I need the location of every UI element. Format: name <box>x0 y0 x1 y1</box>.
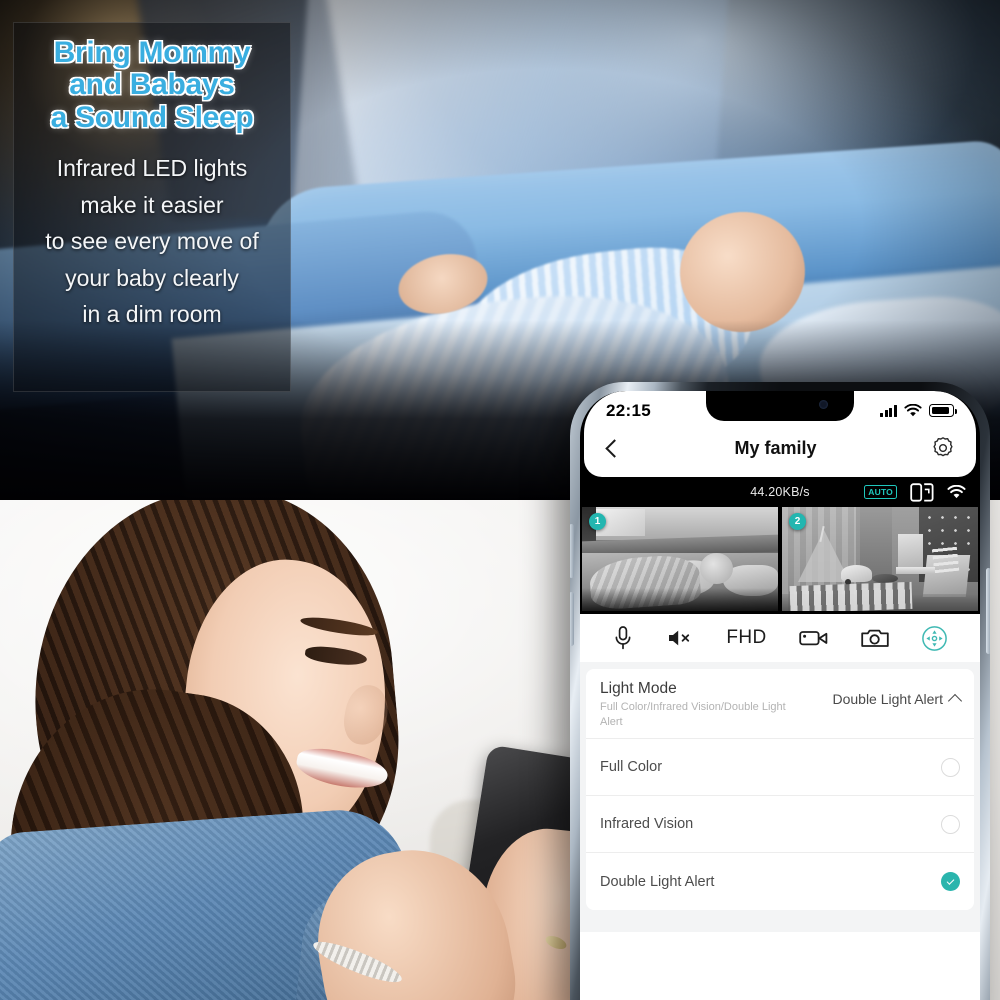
phone-mockup: 22:15 My family 44.20KB/s AUTO 1 2 FHD L… <box>570 382 990 1000</box>
wifi-icon <box>947 485 966 499</box>
status-icons <box>880 404 957 417</box>
hero-subtitle-line-1: Infrared LED lights <box>56 155 248 182</box>
camera-grid: 1 2 <box>580 507 980 614</box>
light-mode-title: Light Mode <box>600 680 677 697</box>
stream-controls: AUTO <box>864 482 966 503</box>
split-view-icon[interactable] <box>910 482 934 503</box>
hero-subtitle: Infrared LED lights make it easier to se… <box>22 150 282 333</box>
app-content: FHD Light Mode Full Color/Infrared Visio… <box>580 614 980 1000</box>
light-mode-header[interactable]: Light Mode Full Color/Infrared Vision/Do… <box>586 669 974 740</box>
camera-tile-1[interactable]: 1 <box>582 507 778 611</box>
microphone-icon[interactable] <box>612 625 634 651</box>
light-mode-option-double-light-alert[interactable]: Double Light Alert <box>586 853 974 910</box>
light-mode-value-wrap[interactable]: Double Light Alert <box>832 679 963 709</box>
page-title: My family <box>734 437 817 458</box>
signal-bars-icon <box>880 404 897 417</box>
camera-badge: 1 <box>589 513 606 530</box>
hero-copy-card: Bring Mommy and Babays a Sound Sleep Inf… <box>13 22 291 392</box>
hero-subtitle-line-4: your baby clearly <box>65 264 239 291</box>
chevron-left-icon <box>605 438 624 458</box>
camera-snapshot-icon[interactable] <box>861 627 889 650</box>
light-mode-option-full-color[interactable]: Full Color <box>586 739 974 797</box>
light-mode-subtitle: Full Color/Infrared Vision/Double Light … <box>600 701 786 728</box>
light-mode-value: Double Light Alert <box>832 691 943 707</box>
option-label: Infrared Vision <box>600 816 694 833</box>
app-header-sheet: 22:15 My family <box>584 391 976 477</box>
app-navigation-bar: My family <box>584 425 976 471</box>
bitrate-label: 44.20KB/s <box>750 485 810 499</box>
radio-unselected-icon[interactable] <box>941 757 960 777</box>
radio-unselected-icon[interactable] <box>941 814 960 834</box>
camera-badge: 2 <box>789 513 806 530</box>
back-button[interactable] <box>604 438 624 458</box>
option-label: Double Light Alert <box>600 873 715 890</box>
light-mode-card: Light Mode Full Color/Infrared Vision/Do… <box>586 669 974 911</box>
option-label: Full Color <box>600 759 663 776</box>
camera-tile-2[interactable]: 2 <box>782 507 978 611</box>
hero-headline-line-3: a Sound Sleep <box>50 100 254 134</box>
status-time: 22:15 <box>606 400 651 420</box>
ptz-control-icon[interactable] <box>921 625 948 652</box>
chevron-up-icon <box>947 693 963 709</box>
volume-down-button[interactable] <box>570 592 574 646</box>
hero-subtitle-line-5: in a dim room <box>82 301 222 328</box>
content-spacer <box>580 910 980 933</box>
speaker-mute-icon[interactable] <box>666 626 694 650</box>
hero-headline: Bring Mommy and Babays a Sound Sleep <box>22 36 282 134</box>
phone-notch <box>706 391 854 421</box>
video-record-icon[interactable] <box>798 627 829 649</box>
phone-screen: 22:15 My family 44.20KB/s AUTO 1 2 FHD L… <box>580 391 980 1000</box>
hero-headline-line-2: and Babays <box>69 68 235 102</box>
front-camera-icon <box>819 400 828 409</box>
light-mode-option-infrared-vision[interactable]: Infrared Vision <box>586 796 974 854</box>
volume-up-button[interactable] <box>570 524 574 578</box>
wifi-icon <box>904 404 922 417</box>
battery-icon <box>929 404 957 417</box>
gear-icon[interactable] <box>930 435 956 461</box>
light-mode-text: Light Mode Full Color/Infrared Vision/Do… <box>600 679 805 729</box>
screenshot-root: Bring Mommy and Babays a Sound Sleep Inf… <box>0 0 1000 1000</box>
content-bottom-area <box>580 932 980 1000</box>
resolution-label[interactable]: FHD <box>726 627 766 649</box>
radio-selected-icon[interactable] <box>941 872 960 892</box>
hero-subtitle-line-2: make it easier <box>80 191 224 218</box>
hero-subtitle-line-3: to see every move of <box>45 228 259 255</box>
power-button[interactable] <box>986 568 990 654</box>
auto-quality-badge[interactable]: AUTO <box>864 485 897 499</box>
network-status-bar: 44.20KB/s AUTO <box>580 477 980 507</box>
media-toolbar: FHD <box>580 614 980 662</box>
hero-headline-line-1: Bring Mommy <box>53 36 251 69</box>
